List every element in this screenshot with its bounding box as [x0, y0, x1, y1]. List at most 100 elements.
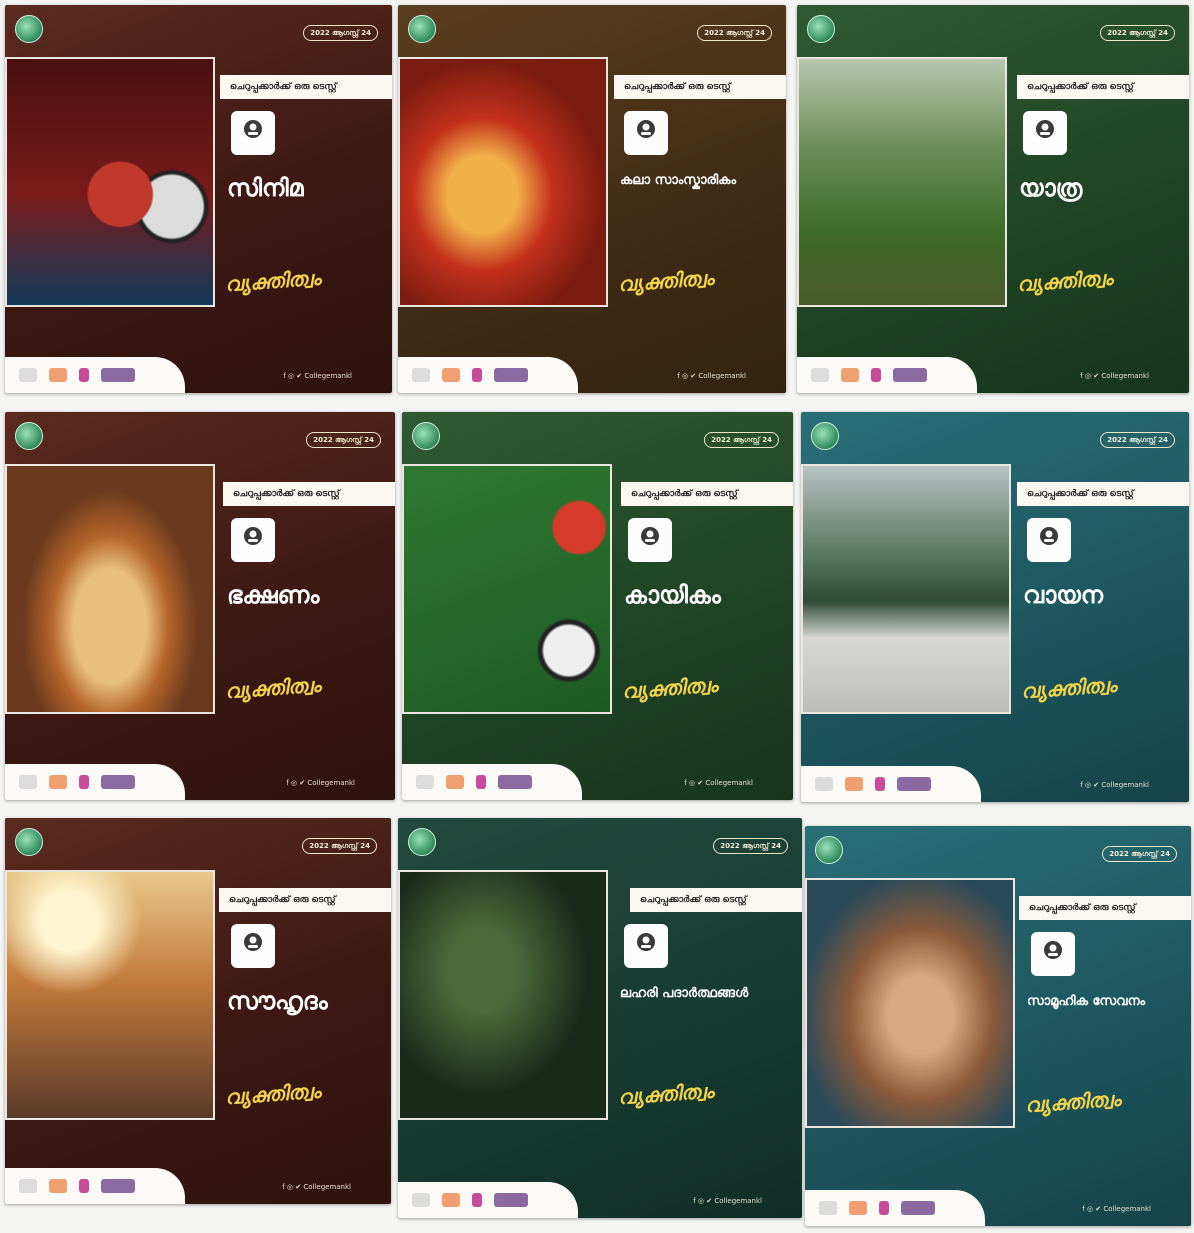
poster-title: സൗഹൃദം — [227, 986, 328, 1015]
organization-logo — [815, 836, 843, 864]
organization-logo — [15, 422, 43, 450]
sponsor-logo — [494, 1193, 528, 1207]
sponsor-strip — [402, 764, 582, 800]
sponsor-logo — [49, 775, 67, 789]
sponsor-strip — [797, 357, 977, 393]
poster-ribbon: ചെറുപ്പക്കാർക്ക് ഒരു ടെസ്റ്റ് — [1019, 896, 1191, 920]
sponsor-logo — [412, 368, 430, 382]
social-handles: f ◎ ✔ Collegemankl — [677, 372, 746, 380]
organization-logo — [408, 828, 436, 856]
poster-title: സാമൂഹിക സേവനം — [1027, 994, 1146, 1009]
organization-logo — [15, 828, 43, 856]
sponsor-logo — [19, 1179, 37, 1193]
date-pill: 2022 ആഗസ്റ്റ് 24 — [306, 432, 381, 448]
social-handles: f ◎ ✔ Collegemankl — [1080, 781, 1149, 789]
social-handles: f ◎ ✔ Collegemankl — [684, 779, 753, 787]
poster-footer: f ◎ ✔ Collegemankl — [797, 357, 1189, 393]
sponsor-logo — [416, 775, 434, 789]
sponsor-strip — [398, 357, 578, 393]
organization-logo — [408, 15, 436, 43]
sponsor-logo — [875, 777, 885, 791]
sponsor-logo — [442, 368, 460, 382]
sponsor-logo — [498, 775, 532, 789]
sponsor-logo — [472, 368, 482, 382]
sponsor-logo — [879, 1201, 889, 1215]
poster-5: 2022 ആഗസ്റ്റ് 24 ചെറുപ്പക്കാർക്ക് ഒരു ടെ… — [402, 412, 793, 800]
sponsor-logo — [442, 1193, 460, 1207]
social-handles: f ◎ ✔ Collegemankl — [283, 372, 352, 380]
signature-logo: വ്യക്തിത്വം — [617, 1078, 715, 1110]
sponsor-logo — [841, 368, 859, 382]
poster-2: 2022 ആഗസ്റ്റ് 24 ചെറുപ്പക്കാർക്ക് ഒരു ടെ… — [398, 5, 786, 393]
signature-logo: വ്യക്തിത്വം — [224, 1078, 322, 1110]
friendship-icon — [231, 924, 275, 968]
poster-7: 2022 ആഗസ്റ്റ് 24 ചെറുപ്പക്കാർക്ക് ഒരു ടെ… — [5, 818, 391, 1204]
poster-title: ഭക്ഷണം — [227, 580, 320, 609]
social-handles: f ◎ ✔ Collegemankl — [693, 1197, 762, 1205]
substance-icon — [624, 924, 668, 968]
poster-footer: f ◎ ✔ Collegemankl — [801, 766, 1189, 802]
sponsor-logo — [101, 775, 135, 789]
travel-icon — [1023, 111, 1067, 155]
sponsor-logo — [49, 1179, 67, 1193]
sponsor-logo — [897, 777, 931, 791]
food-icon — [231, 518, 275, 562]
poster-photo — [797, 57, 1007, 307]
poster-9: 2022 ആഗസ്റ്റ് 24 ചെറുപ്പക്കാർക്ക് ഒരു ടെ… — [805, 826, 1191, 1226]
poster-footer: f ◎ ✔ Collegemankl — [5, 764, 395, 800]
poster-ribbon: ചെറുപ്പക്കാർക്ക് ഒരു ടെസ്റ്റ് — [1017, 75, 1189, 99]
poster-ribbon: ചെറുപ്പക്കാർക്ക് ഒരു ടെസ്റ്റ് — [220, 75, 392, 99]
cinema-icon — [231, 111, 275, 155]
poster-title: കായികം — [624, 580, 721, 609]
poster-ribbon: ചെറുപ്പക്കാർക്ക് ഒരു ടെസ്റ്റ് — [614, 75, 786, 99]
poster-title: ലഹരി പദാർത്ഥങ്ങൾ — [620, 986, 749, 1001]
sponsor-logo — [101, 1179, 135, 1193]
poster-photo — [5, 57, 215, 307]
date-pill: 2022 ആഗസ്റ്റ് 24 — [713, 838, 788, 854]
sponsor-logo — [49, 368, 67, 382]
poster-photo — [5, 464, 215, 714]
poster-title: സിനിമ — [227, 173, 304, 202]
sponsor-logo — [446, 775, 464, 789]
poster-8: 2022 ആഗസ്റ്റ് 24 ചെറുപ്പക്കാർക്ക് ഒരു ടെ… — [398, 818, 802, 1218]
arts-icon — [624, 111, 668, 155]
poster-footer: f ◎ ✔ Collegemankl — [5, 1168, 391, 1204]
sponsor-logo — [412, 1193, 430, 1207]
poster-3: 2022 ആഗസ്റ്റ് 24 ചെറുപ്പക്കാർക്ക് ഒരു ടെ… — [797, 5, 1189, 393]
poster-footer: f ◎ ✔ Collegemankl — [5, 357, 392, 393]
poster-photo — [402, 464, 612, 714]
poster-footer: f ◎ ✔ Collegemankl — [805, 1190, 1191, 1226]
sponsor-logo — [849, 1201, 867, 1215]
poster-photo — [5, 870, 215, 1120]
poster-title: വായന — [1023, 580, 1104, 609]
sponsor-strip — [5, 1168, 185, 1204]
poster-1: 2022 ആഗസ്റ്റ് 24 ചെറുപ്പക്കാർക്ക് ഒരു ടെ… — [5, 5, 392, 393]
poster-photo — [801, 464, 1011, 714]
social-handles: f ◎ ✔ Collegemankl — [286, 779, 355, 787]
sponsor-strip — [801, 766, 981, 802]
date-pill: 2022 ആഗസ്റ്റ് 24 — [1102, 846, 1177, 862]
poster-ribbon: ചെറുപ്പക്കാർക്ക് ഒരു ടെസ്റ്റ് — [1017, 482, 1189, 506]
signature-logo: വ്യക്തിത്വം — [617, 265, 715, 297]
date-pill: 2022 ആഗസ്റ്റ് 24 — [697, 25, 772, 41]
poster-6: 2022 ആഗസ്റ്റ് 24 ചെറുപ്പക്കാർക്ക് ഒരു ടെ… — [801, 412, 1189, 802]
organization-logo — [412, 422, 440, 450]
sponsor-logo — [79, 1179, 89, 1193]
sponsor-logo — [472, 1193, 482, 1207]
poster-photo — [398, 870, 608, 1120]
sponsor-logo — [101, 368, 135, 382]
poster-title: യാത്ര — [1019, 173, 1083, 202]
signature-logo: വ്യക്തിത്വം — [224, 265, 322, 297]
sponsor-logo — [19, 775, 37, 789]
social-handles: f ◎ ✔ Collegemankl — [282, 1183, 351, 1191]
date-pill: 2022 ആഗസ്റ്റ് 24 — [303, 25, 378, 41]
poster-ribbon: ചെറുപ്പക്കാർക്ക് ഒരു ടെസ്റ്റ് — [621, 482, 793, 506]
poster-footer: f ◎ ✔ Collegemankl — [402, 764, 793, 800]
organization-logo — [807, 15, 835, 43]
sponsor-logo — [476, 775, 486, 789]
sponsor-strip — [5, 357, 185, 393]
social-handles: f ◎ ✔ Collegemankl — [1082, 1205, 1151, 1213]
sports-icon — [628, 518, 672, 562]
date-pill: 2022 ആഗസ്റ്റ് 24 — [704, 432, 779, 448]
signature-logo: വ്യക്തിത്വം — [224, 672, 322, 704]
